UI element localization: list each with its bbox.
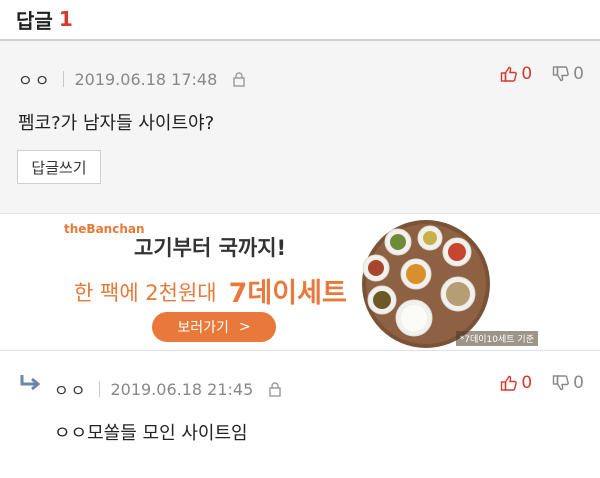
thumbs-up-icon — [501, 375, 518, 391]
comment-date: 2019.06.18 21:45 — [110, 379, 254, 399]
banner-highlight: 7데이세트 — [228, 278, 347, 309]
downvote-button[interactable]: 0 — [552, 373, 584, 393]
reply-section-header: 답글 1 — [16, 2, 73, 36]
upvote-count: 0 — [521, 64, 533, 84]
comment-item: ㅇㅇ 2019.06.18 17:48 0 0 펨코?가 남자들 사이트야? 답… — [0, 41, 600, 213]
vote-group: 0 0 — [500, 373, 584, 393]
brand-logo: theBanchan — [64, 222, 145, 236]
chevron-right-icon: > — [238, 319, 251, 335]
upvote-button[interactable]: 0 — [500, 64, 532, 84]
upvote-count: 0 — [521, 373, 533, 393]
thumbs-up-icon — [501, 66, 518, 82]
ad-banner[interactable]: theBanchan 고기부터 국까지! 한 팩에 2천원대 7데이세트 보러가기… — [0, 213, 600, 351]
upvote-button[interactable]: 0 — [500, 373, 532, 393]
comment-author[interactable]: ㅇㅇ — [54, 377, 87, 401]
write-reply-button[interactable]: 답글쓰기 — [17, 150, 101, 184]
comment-date: 2019.06.18 17:48 — [74, 69, 218, 89]
banner-subline: 한 팩에 2천원대 7데이세트 — [74, 269, 347, 309]
lock-icon[interactable] — [267, 381, 283, 397]
banner-price-text: 한 팩에 2천원대 — [74, 281, 217, 305]
reply-arrow-icon — [20, 375, 41, 391]
banner-headline: 고기부터 국까지! — [134, 236, 287, 260]
food-platter-image — [354, 218, 534, 348]
lock-icon[interactable] — [231, 71, 247, 87]
reply-count: 1 — [58, 7, 73, 31]
comment-author[interactable]: ㅇㅇ — [18, 67, 51, 91]
meta-divider — [99, 381, 101, 397]
downvote-count: 0 — [573, 373, 584, 393]
reply-title: 답글 — [16, 8, 53, 33]
thumbs-down-icon — [552, 375, 569, 391]
reply-comment-item: ㅇㅇ 2019.06.18 21:45 0 0 ㅇㅇ모쏠들 모인 사이트임 — [0, 351, 600, 478]
downvote-button[interactable]: 0 — [552, 64, 584, 84]
banner-cta-button[interactable]: 보러가기 > — [152, 312, 276, 342]
meta-divider — [63, 71, 65, 87]
cta-label: 보러가기 — [177, 320, 229, 336]
comment-meta: ㅇㅇ 2019.06.18 17:48 — [18, 67, 247, 91]
thumbs-down-icon — [552, 66, 569, 82]
comment-text: ㅇㅇ모쏠들 모인 사이트임 — [54, 423, 248, 444]
banner-footnote: *7데이10세트 기준 — [455, 331, 538, 346]
comment-meta: ㅇㅇ 2019.06.18 21:45 — [54, 377, 283, 401]
vote-group: 0 0 — [500, 64, 584, 84]
comment-text: 펨코?가 남자들 사이트야? — [18, 113, 215, 134]
downvote-count: 0 — [573, 64, 584, 84]
